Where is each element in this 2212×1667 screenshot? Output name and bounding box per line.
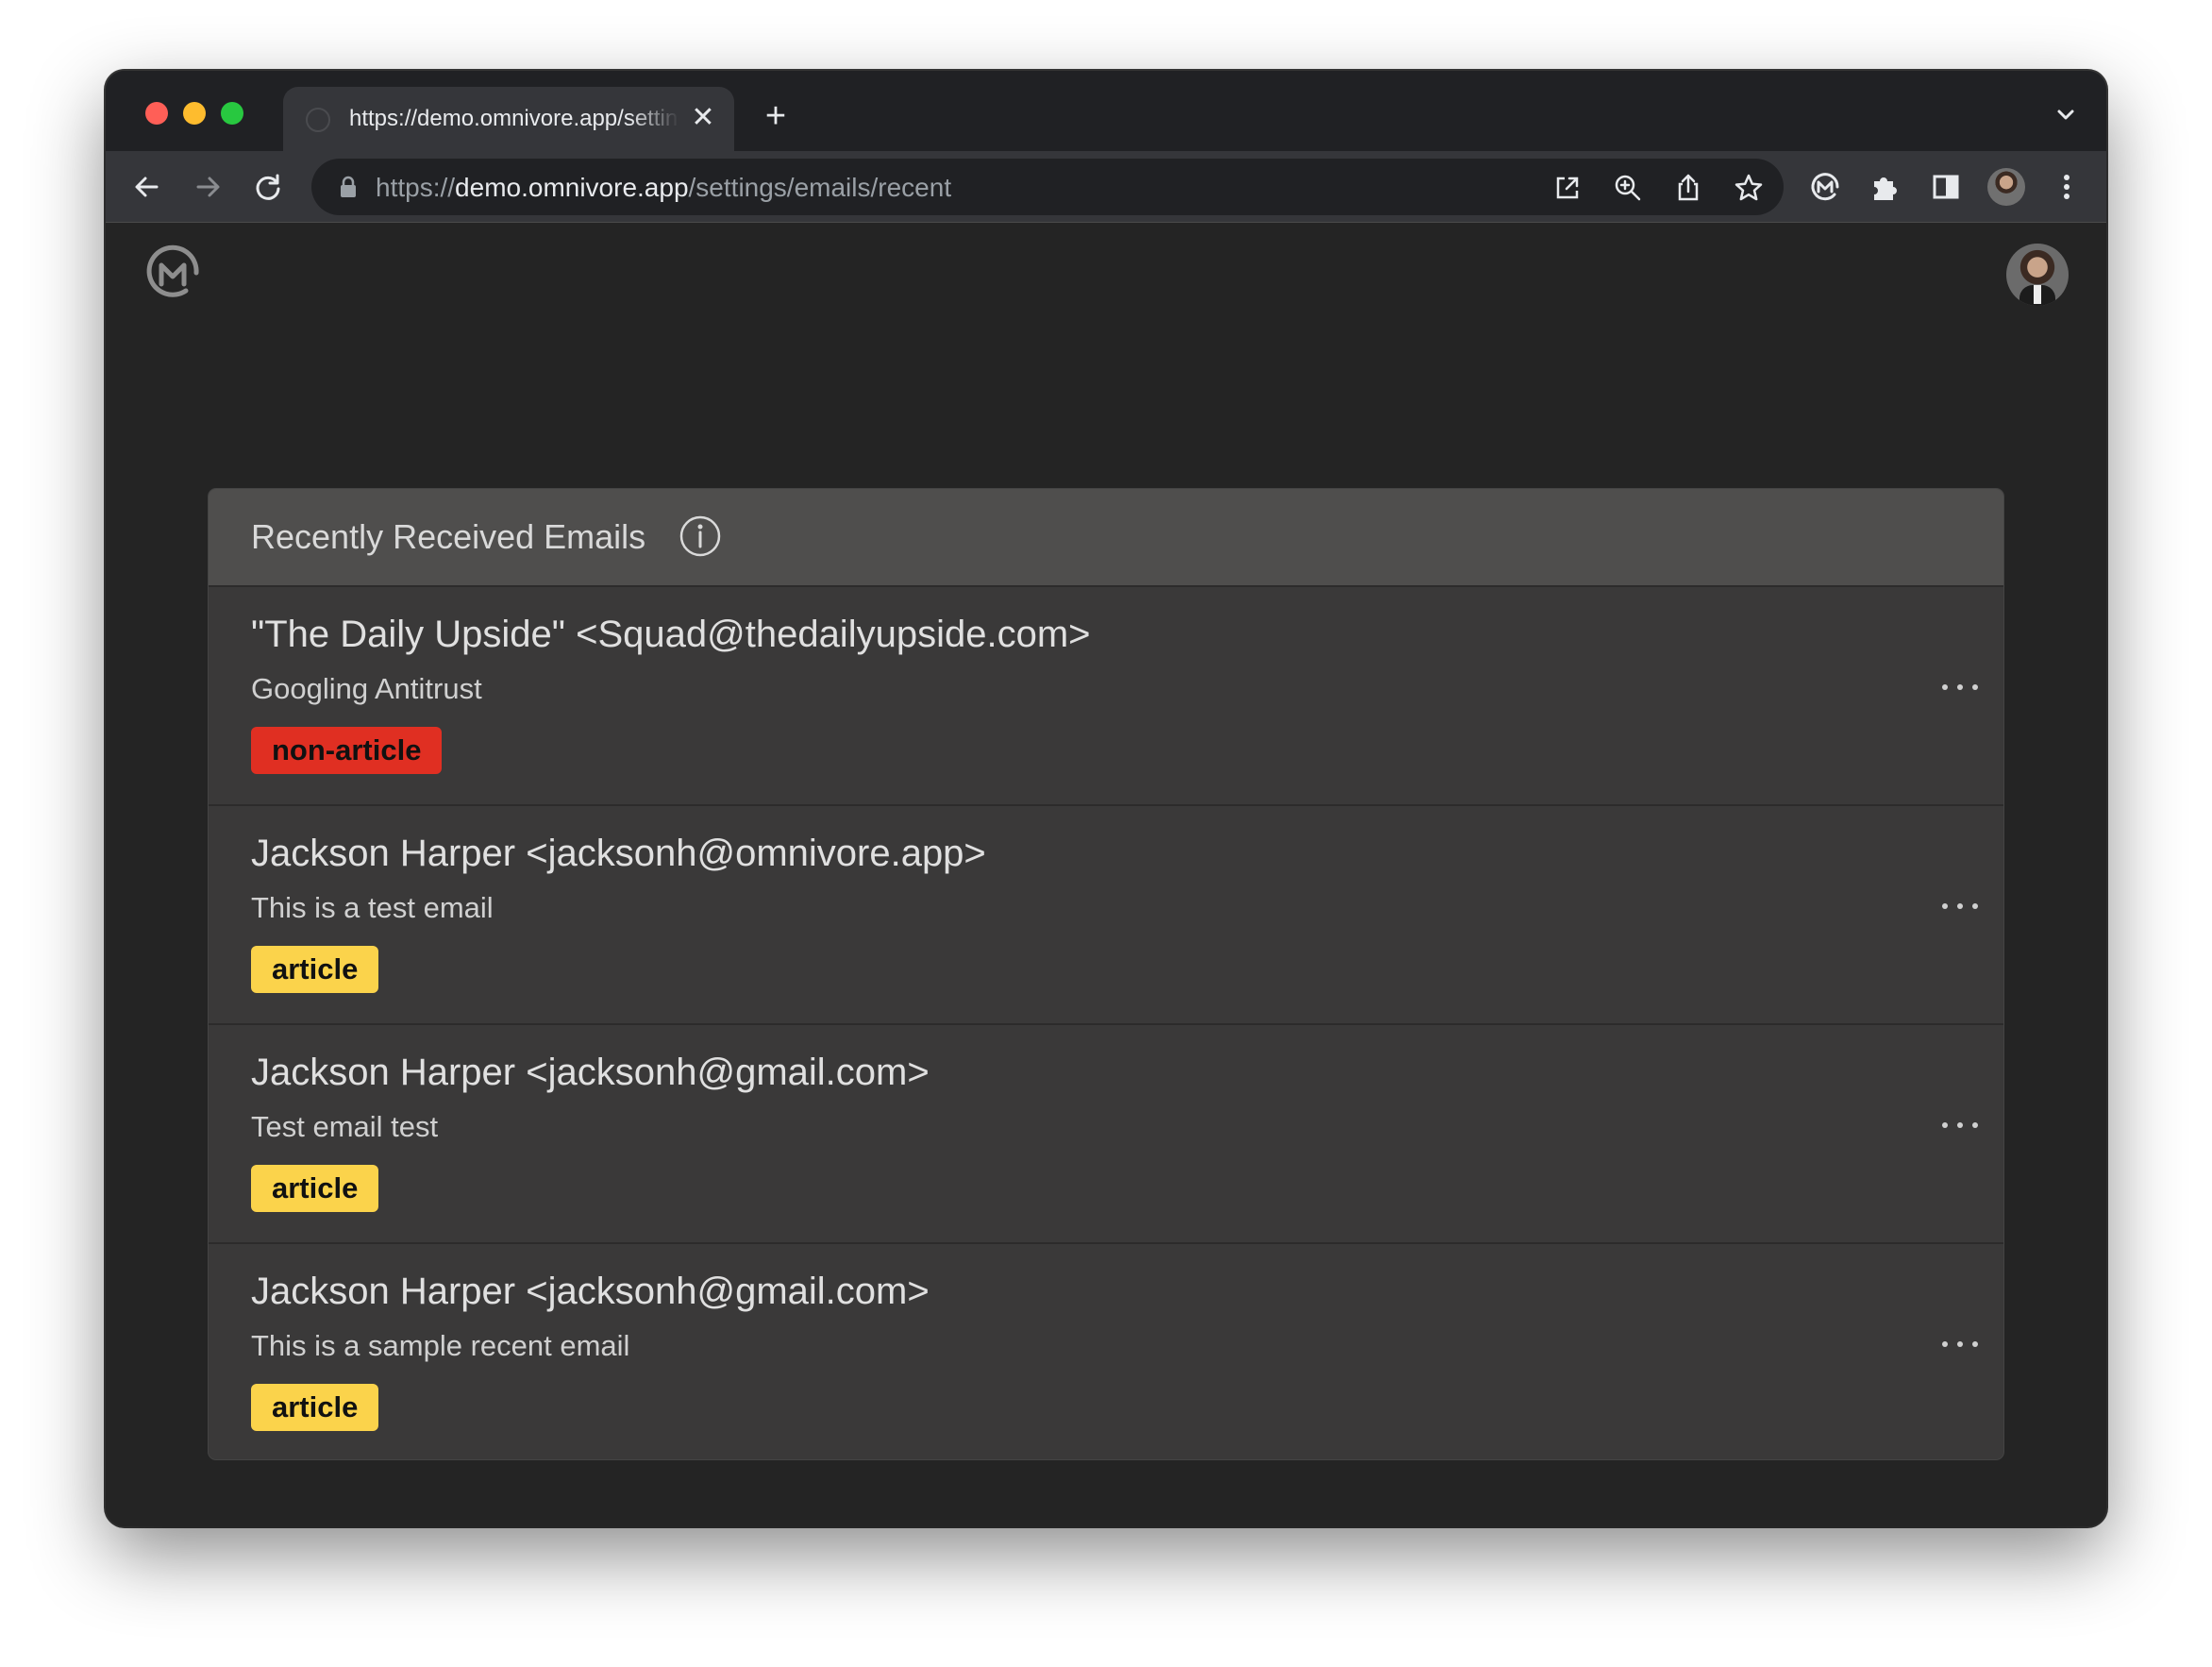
star-icon[interactable] [1733,172,1765,204]
email-row: Jackson Harper <jacksonh@omnivore.app> T… [209,804,2003,1023]
url-text[interactable]: https://demo.omnivore.app/settings/email… [376,173,951,203]
tab-favicon-icon [306,108,330,132]
email-from: Jackson Harper <jacksonh@gmail.com> [251,1271,930,1312]
card-title: Recently Received Emails [251,517,646,556]
new-tab-button[interactable]: + [757,97,795,135]
omnivore-extension-icon[interactable] [1806,168,1844,206]
email-subject: This is a sample recent email [251,1329,630,1362]
email-row: Jackson Harper <jacksonh@gmail.com> This… [209,1242,2003,1459]
more-icon[interactable] [1939,1116,1981,1135]
sidepanel-icon[interactable] [1927,168,1965,206]
page: Recently Received Emails "The Daily Upsi… [106,223,2106,1526]
email-subject: Test email test [251,1110,439,1143]
minimize-window-button[interactable] [183,102,206,125]
info-icon[interactable] [679,514,722,558]
chevron-down-icon[interactable] [2052,101,2080,129]
more-icon[interactable] [1939,1335,1981,1354]
email-from: Jackson Harper <jacksonh@gmail.com> [251,1052,930,1093]
card-header: Recently Received Emails [209,489,2003,585]
avatar-collar [2034,285,2041,304]
email-type-badge: article [251,946,379,993]
email-type-badge: non-article [251,727,443,774]
browser-tab[interactable]: https://demo.omnivore.app/settings/email… [283,87,734,151]
close-window-button[interactable] [145,102,168,125]
forward-icon[interactable] [189,168,226,206]
url-scheme: https:// [376,173,456,202]
zoom-icon[interactable] [1612,172,1644,204]
url-host: demo.omnivore.app [455,173,689,202]
user-avatar[interactable] [2006,244,2069,306]
more-icon[interactable] [1939,678,1981,697]
email-row: "The Daily Upside" <Squad@thedailyupside… [209,585,2003,804]
email-from: Jackson Harper <jacksonh@omnivore.app> [251,833,986,874]
profile-avatar[interactable] [1987,168,2025,206]
email-type-badge: article [251,1384,379,1431]
tab-title: https://demo.omnivore.app/settings/email… [349,106,679,131]
browser-toolbar: https://demo.omnivore.app/settings/email… [106,151,2106,223]
kebab-menu-icon[interactable] [2048,168,2086,206]
recent-emails-card: Recently Received Emails "The Daily Upsi… [209,489,2003,1459]
tab-strip: https://demo.omnivore.app/settings/email… [106,71,2106,151]
url-path: /settings/emails/recent [688,173,952,202]
zoom-window-button[interactable] [221,102,243,125]
back-icon[interactable] [128,168,166,206]
address-bar[interactable]: https://demo.omnivore.app/settings/email… [311,159,1784,215]
email-subject: Googling Antitrust [251,672,482,705]
reload-icon[interactable] [249,168,287,206]
email-type-badge: article [251,1165,379,1212]
email-row: Jackson Harper <jacksonh@gmail.com> Test… [209,1023,2003,1242]
open-in-icon[interactable] [1551,172,1584,204]
omnivore-logo[interactable] [143,244,202,302]
lock-icon[interactable] [338,176,359,198]
extensions-icon[interactable] [1867,168,1904,206]
browser-window: https://demo.omnivore.app/settings/email… [106,71,2106,1526]
email-from: "The Daily Upside" <Squad@thedailyupside… [251,614,1091,655]
share-icon[interactable] [1672,172,1704,204]
email-subject: This is a test email [251,891,494,924]
more-icon[interactable] [1939,897,1981,916]
tab-close-icon[interactable]: ✕ [687,102,719,134]
